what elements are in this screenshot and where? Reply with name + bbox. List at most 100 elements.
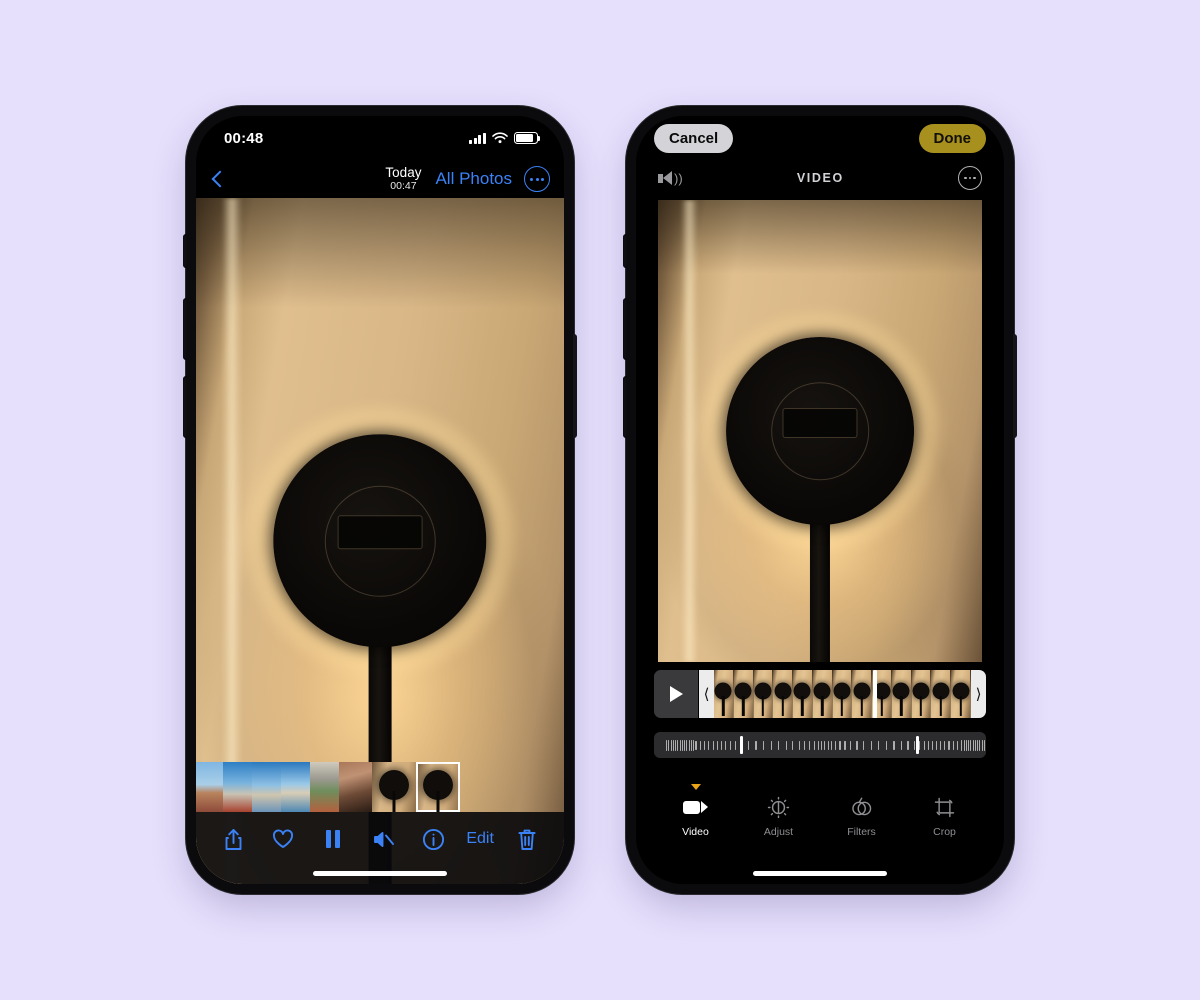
silent-switch[interactable]	[623, 234, 627, 268]
trash-icon[interactable]	[510, 824, 544, 854]
filmstrip-frame[interactable]	[951, 670, 971, 718]
scrubber-tick	[956, 740, 959, 750]
tab-video[interactable]: Video	[667, 784, 725, 838]
scrubber-tick	[970, 739, 972, 751]
filmstrip-frame[interactable]	[852, 670, 873, 718]
scrubber-tick	[870, 740, 872, 750]
scrubber-tick	[821, 740, 823, 750]
play-icon	[669, 686, 683, 702]
heart-icon[interactable]	[266, 824, 300, 854]
thumb-stadium[interactable]	[310, 762, 339, 812]
filmstrip-frame[interactable]	[773, 670, 794, 718]
scrubber-tick	[670, 739, 672, 751]
thumb-lamp-2[interactable]	[416, 762, 460, 812]
thumb-city-1[interactable]	[223, 762, 252, 812]
filmstrip-frame[interactable]	[714, 670, 734, 718]
wifi-icon	[492, 132, 508, 144]
speaker-on-icon[interactable]: ))	[658, 171, 683, 185]
edit-button[interactable]: Edit	[466, 824, 494, 854]
playhead[interactable]	[873, 670, 877, 718]
thumb-arm[interactable]	[339, 762, 372, 812]
photo-viewer[interactable]: Edit	[196, 198, 564, 884]
thumbnail-strip[interactable]	[196, 762, 564, 812]
scrubber-tick	[900, 740, 902, 750]
done-button[interactable]: Done	[918, 123, 986, 153]
scrubber-handle-left[interactable]	[740, 736, 743, 754]
scrubber-tick	[919, 740, 921, 750]
more-circle-icon[interactable]	[524, 166, 550, 192]
thumb-sky[interactable]	[196, 762, 223, 812]
scrubber-tick	[681, 739, 683, 751]
video-preview[interactable]	[636, 196, 1004, 662]
thumb-city-3[interactable]	[281, 762, 310, 812]
filmstrip-frame[interactable]	[931, 670, 952, 718]
scrubber-tick	[983, 739, 985, 751]
volume-down-button[interactable]	[623, 376, 627, 438]
scrubber-tick	[675, 739, 677, 751]
scrubber-tick	[850, 740, 852, 750]
home-indicator[interactable]	[753, 871, 887, 876]
scrubber-tick	[809, 740, 811, 750]
scrubber-tick	[703, 740, 706, 750]
filmstrip-frame[interactable]	[793, 670, 813, 718]
scrubber-tick	[961, 739, 963, 751]
filmstrip[interactable]: ⟨ ⟩	[698, 670, 986, 718]
scrubber-tick	[965, 739, 967, 751]
tab-filters[interactable]: Filters	[833, 794, 891, 838]
scrubber-tick	[677, 739, 679, 751]
scrubber-tick	[721, 740, 723, 750]
more-circle-icon[interactable]	[957, 166, 982, 190]
lamp-bracket	[782, 408, 858, 439]
scrubber-bar[interactable]	[654, 732, 986, 758]
chevron-left-icon[interactable]	[211, 170, 229, 188]
power-button[interactable]	[573, 334, 577, 438]
scrubber-tick	[972, 739, 974, 751]
filmstrip-frame[interactable]	[911, 670, 932, 718]
filmstrip-frame[interactable]	[891, 670, 912, 718]
scrubber-tick	[856, 740, 858, 750]
active-tab-indicator	[690, 784, 701, 790]
filmstrip-frame[interactable]	[753, 670, 774, 718]
left-phone-device: 00:48 Today 00:47 All Photos Edit	[183, 106, 577, 894]
video-wall-corner-highlight	[680, 200, 699, 662]
filmstrip-frames[interactable]	[714, 670, 971, 718]
video-frame	[658, 200, 982, 662]
tab-crop[interactable]: Crop	[916, 794, 974, 838]
scrubber-tick	[907, 740, 909, 750]
cancel-button[interactable]: Cancel	[654, 123, 734, 153]
filmstrip-frame[interactable]	[733, 670, 754, 718]
filmstrip-frame[interactable]	[832, 670, 853, 718]
left-phone-screen: 00:48 Today 00:47 All Photos Edit	[196, 116, 564, 884]
scrubber-tick	[708, 740, 710, 750]
speaker-mute-icon[interactable]	[366, 824, 400, 854]
scrubber-tick	[977, 739, 979, 751]
tab-adjust[interactable]: Adjust	[750, 794, 808, 838]
trim-handle-right-icon[interactable]: ⟩	[971, 670, 986, 718]
info-icon[interactable]	[416, 824, 450, 854]
battery-icon	[514, 132, 541, 144]
scrubber-tick	[924, 740, 926, 750]
all-photos-link[interactable]: All Photos	[435, 169, 512, 189]
share-icon[interactable]	[216, 824, 250, 854]
editor-subheader: )) VIDEO	[636, 160, 1004, 196]
thumb-lamp-1[interactable]	[372, 762, 416, 812]
volume-up-button[interactable]	[623, 298, 627, 360]
trim-handle-left-icon[interactable]: ⟨	[699, 670, 714, 718]
scrubber-tick	[913, 740, 915, 750]
scrubber-tick	[939, 740, 941, 750]
home-indicator[interactable]	[313, 871, 447, 876]
power-button[interactable]	[1013, 334, 1017, 438]
silent-switch[interactable]	[183, 234, 187, 268]
volume-down-button[interactable]	[183, 376, 187, 438]
video-ceiling-shadow	[658, 200, 982, 274]
thumb-city-2[interactable]	[252, 762, 281, 812]
scrubber-handle-right[interactable]	[916, 736, 919, 754]
scrubber-tick	[798, 740, 800, 750]
scrubber-tick	[725, 740, 727, 750]
pause-icon[interactable]	[316, 824, 350, 854]
scrubber-tick	[963, 739, 965, 751]
filmstrip-frame[interactable]	[812, 670, 833, 718]
video-camera-icon	[683, 794, 709, 820]
volume-up-button[interactable]	[183, 298, 187, 360]
play-button[interactable]	[654, 670, 698, 718]
